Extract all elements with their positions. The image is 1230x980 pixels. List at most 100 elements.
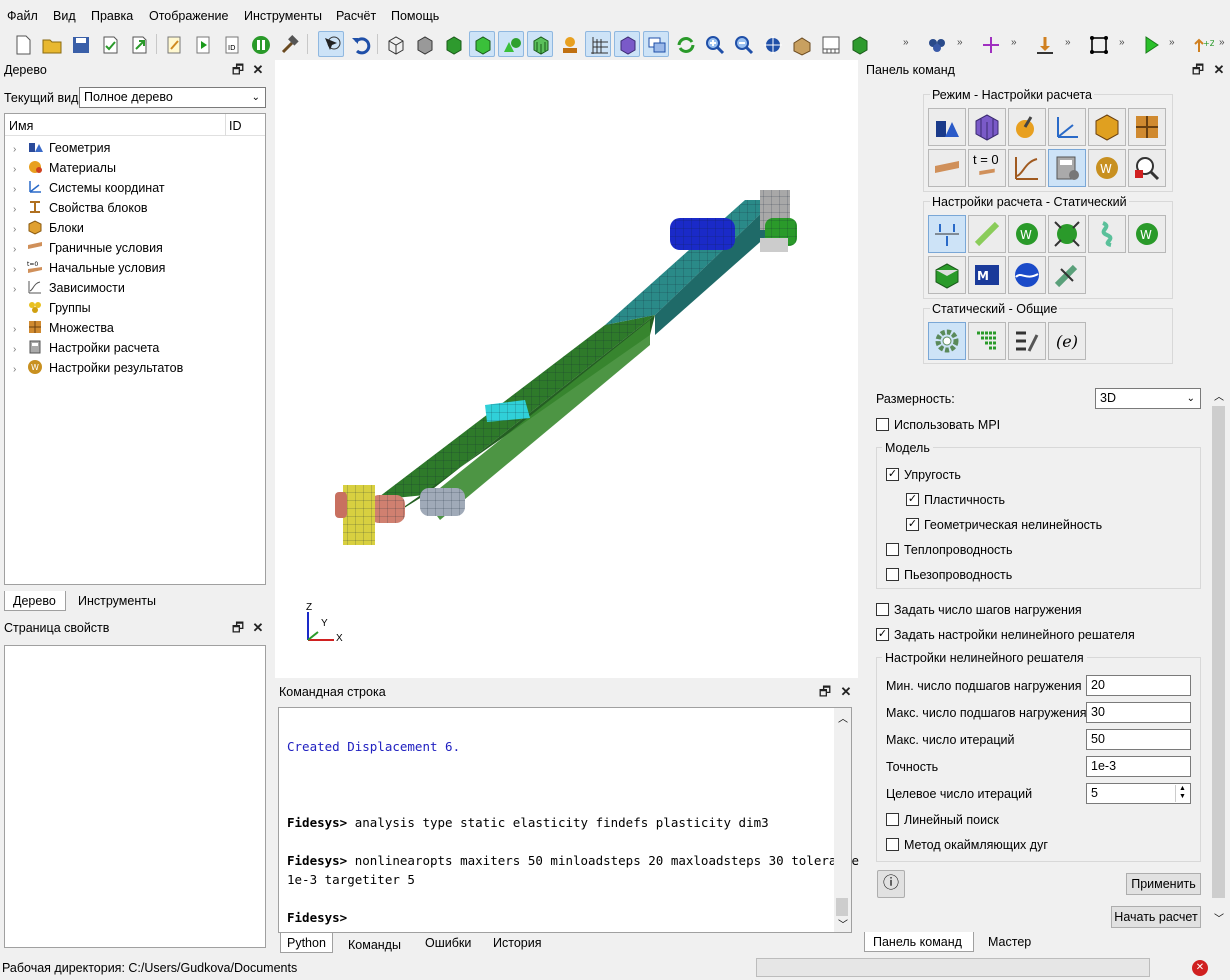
apply-button[interactable]: Применить (1126, 873, 1201, 895)
static-loads-button[interactable] (928, 215, 966, 253)
mode-results-button[interactable]: W (1088, 149, 1126, 187)
run-script-icon[interactable] (189, 31, 215, 57)
tree-item-boundary[interactable]: › Граничные условия (13, 238, 163, 258)
pause-icon[interactable] (247, 31, 273, 57)
tree-item-block-props[interactable]: › Свойства блоков (13, 198, 148, 218)
console-output[interactable]: Created Displacement 6. Fidesys> analysi… (278, 707, 859, 933)
static-crack-button[interactable] (1048, 256, 1086, 294)
toolbar-overflow-icon[interactable]: » (903, 37, 908, 48)
zoom-in-icon[interactable] (701, 31, 727, 57)
menu-edit[interactable]: Правка (91, 9, 133, 23)
tree-item-coord-systems[interactable]: › Системы координат (13, 178, 165, 198)
dimension-select[interactable]: 3D ⌄ (1095, 388, 1201, 409)
refresh-icon[interactable] (672, 31, 698, 57)
float-icon[interactable]: 🗗 (231, 63, 245, 77)
general-settings-button[interactable] (928, 322, 966, 360)
view-select[interactable]: Полное дерево ⌄ (79, 87, 266, 108)
set-steps-checkbox[interactable] (876, 603, 889, 616)
menu-file[interactable]: Файл (7, 9, 38, 23)
error-icon[interactable]: ✕ (1192, 960, 1208, 976)
mode-geometry-button[interactable] (928, 108, 966, 146)
console-scrollbar[interactable]: ︿ ﹀ (834, 708, 851, 932)
mode-mesh-button[interactable] (968, 108, 1006, 146)
static-contact-button[interactable] (968, 215, 1006, 253)
max-iter-input[interactable]: 50 (1086, 729, 1191, 750)
mesh-cube-icon[interactable] (527, 31, 553, 57)
static-solver-logo-button[interactable]: M (968, 256, 1006, 294)
mode-postprocess-button[interactable] (1128, 149, 1166, 187)
purple-cube-icon[interactable] (614, 31, 640, 57)
green-shapes-icon[interactable] (498, 31, 524, 57)
axes-grid-icon[interactable] (585, 31, 611, 57)
fit-view-icon[interactable] (759, 31, 785, 57)
command-panel-scrollbar[interactable]: ︿ ﹀ (1210, 388, 1227, 928)
export-arrow-icon[interactable] (125, 31, 151, 57)
crosshair-icon[interactable] (977, 31, 1003, 57)
tree-item-calc-settings[interactable]: › Настройки расчета (13, 338, 159, 358)
shaded-cube-icon[interactable] (440, 31, 466, 57)
static-option1-button[interactable]: W (1008, 215, 1046, 253)
tree-item-sets[interactable]: › Множества (13, 318, 114, 338)
tree-item-materials[interactable]: › Материалы (13, 158, 116, 178)
menu-calculation[interactable]: Расчёт (336, 9, 376, 23)
close-icon[interactable]: ✕ (839, 685, 853, 699)
mesh-frame-icon[interactable] (1085, 31, 1111, 57)
box-icon[interactable] (788, 31, 814, 57)
tree-col-id[interactable]: ID (229, 119, 242, 133)
tree-item-dependencies[interactable]: › Зависимости (13, 278, 125, 298)
general-expression-button[interactable]: (e) (1048, 322, 1086, 360)
export-cube-icon[interactable] (846, 31, 872, 57)
close-icon[interactable]: ✕ (1212, 63, 1226, 77)
line-search-checkbox[interactable] (886, 813, 899, 826)
tab-python[interactable]: Python (280, 933, 333, 953)
plasticity-checkbox[interactable]: ✓ (906, 493, 919, 506)
edit-script-icon[interactable] (160, 31, 186, 57)
green-cube-icon[interactable] (469, 31, 495, 57)
tree-item-groups[interactable]: Группы (13, 298, 91, 318)
id-script-icon[interactable]: ID (218, 31, 244, 57)
menu-tools[interactable]: Инструменты (244, 9, 322, 23)
tree-item-blocks[interactable]: › Блоки (13, 218, 84, 238)
z-axis-icon[interactable]: +Z (1189, 31, 1215, 57)
min-substeps-input[interactable]: 20 (1086, 675, 1191, 696)
run-icon[interactable] (1137, 31, 1163, 57)
spin-arrows-icon[interactable]: ▲ ▼ (1175, 785, 1189, 802)
ruler-icon[interactable] (817, 31, 843, 57)
select-cursor-icon[interactable] (318, 31, 344, 57)
tab-wizard[interactable]: Мастер (980, 932, 1039, 952)
float-icon[interactable]: 🗗 (231, 621, 245, 635)
person-icon[interactable] (556, 31, 582, 57)
use-mpi-checkbox[interactable] (876, 418, 889, 431)
console-prompt[interactable]: Fidesys> (287, 910, 347, 925)
general-tools-button[interactable] (1008, 322, 1046, 360)
piezo-checkbox[interactable] (886, 568, 899, 581)
mode-blocks-button[interactable] (1088, 108, 1126, 146)
static-spring-button[interactable] (1088, 215, 1126, 253)
tab-errors[interactable]: Ошибки (417, 933, 479, 953)
mode-dependency-button[interactable] (1008, 149, 1046, 187)
hammer-icon[interactable] (276, 31, 302, 57)
static-wave-button[interactable] (1008, 256, 1046, 294)
set-solver-checkbox[interactable]: ✓ (876, 628, 889, 641)
tab-history[interactable]: История (485, 933, 549, 953)
elasticity-checkbox[interactable]: ✓ (886, 468, 899, 481)
windows-icon[interactable] (643, 31, 669, 57)
float-icon[interactable]: 🗗 (1191, 63, 1205, 77)
info-icon[interactable]: ⓘ (877, 870, 905, 898)
menu-view[interactable]: Вид (53, 9, 76, 23)
menu-display[interactable]: Отображение (149, 9, 228, 23)
save-icon[interactable] (67, 31, 93, 57)
close-icon[interactable]: ✕ (251, 63, 265, 77)
max-substeps-input[interactable]: 30 (1086, 702, 1191, 723)
tree-col-name[interactable]: Имя (9, 119, 33, 133)
tab-commands[interactable]: Команды (340, 935, 409, 955)
close-icon[interactable]: ✕ (251, 621, 265, 635)
open-folder-icon[interactable] (38, 31, 64, 57)
static-option3-button[interactable]: W (1128, 215, 1166, 253)
tree-item-geometry[interactable]: › Геометрия (13, 138, 110, 158)
target-iter-spinbox[interactable]: 5 ▲ ▼ (1086, 783, 1191, 804)
hidden-cube-icon[interactable] (411, 31, 437, 57)
3d-viewport[interactable]: Z Y X (275, 60, 858, 678)
mode-coords-button[interactable] (1048, 108, 1086, 146)
export-check-icon[interactable] (96, 31, 122, 57)
